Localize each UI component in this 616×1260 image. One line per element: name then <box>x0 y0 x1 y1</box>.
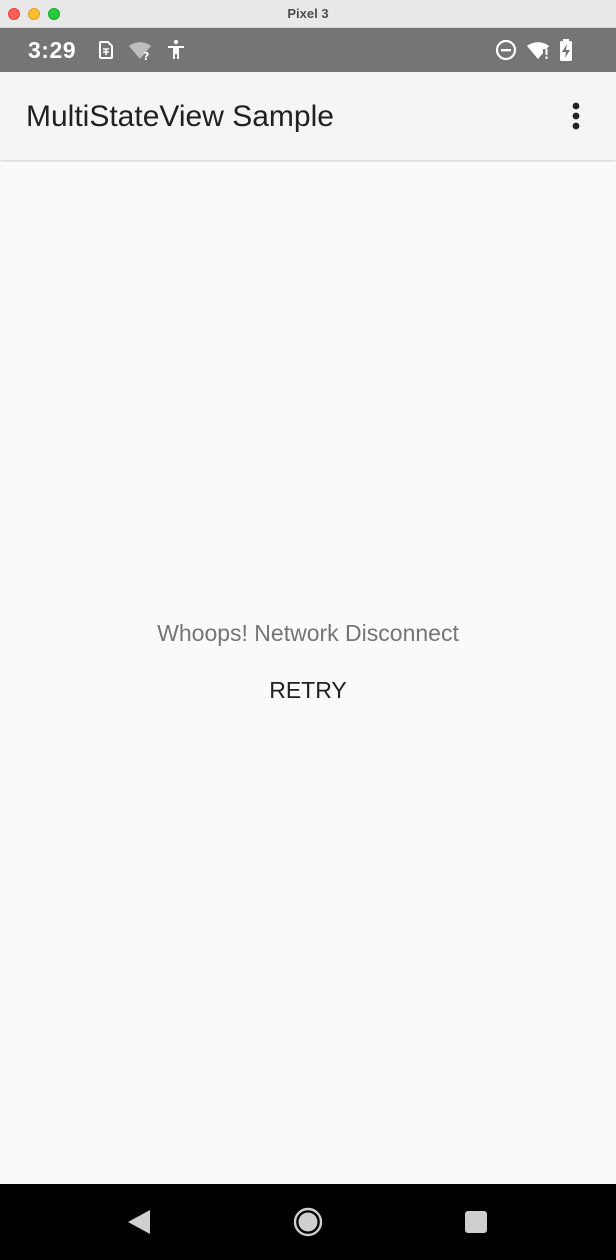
recents-icon[interactable] <box>456 1202 496 1242</box>
wifi-alert-icon <box>527 42 549 59</box>
wifi-unknown-icon: ? <box>129 42 151 62</box>
battery-charging-icon <box>560 39 572 61</box>
home-icon[interactable] <box>288 1202 328 1242</box>
accessibility-icon <box>168 39 184 59</box>
app-title: MultiStateView Sample <box>26 100 334 133</box>
emulator-window: Pixel 3 3:29 ? MultiStateView Sample Who… <box>0 0 616 1260</box>
error-message: Whoops! Network Disconnect <box>157 620 459 646</box>
window-title-bar: Pixel 3 <box>0 0 616 28</box>
more-vert-icon[interactable] <box>554 94 598 138</box>
navigation-bar <box>0 1184 616 1260</box>
svg-text:?: ? <box>143 50 149 62</box>
status-bar: 3:29 ? <box>0 28 616 72</box>
sim-card-icon <box>99 41 113 59</box>
do-not-disturb-icon <box>495 39 517 61</box>
window-title: Pixel 3 <box>287 6 329 21</box>
multi-state-view: Whoops! Network Disconnect RETRY <box>0 162 616 1184</box>
back-icon[interactable] <box>120 1202 160 1242</box>
status-clock: 3:29 <box>28 37 77 63</box>
retry-button[interactable]: RETRY <box>248 662 368 718</box>
app-bar: MultiStateView Sample <box>0 72 616 160</box>
